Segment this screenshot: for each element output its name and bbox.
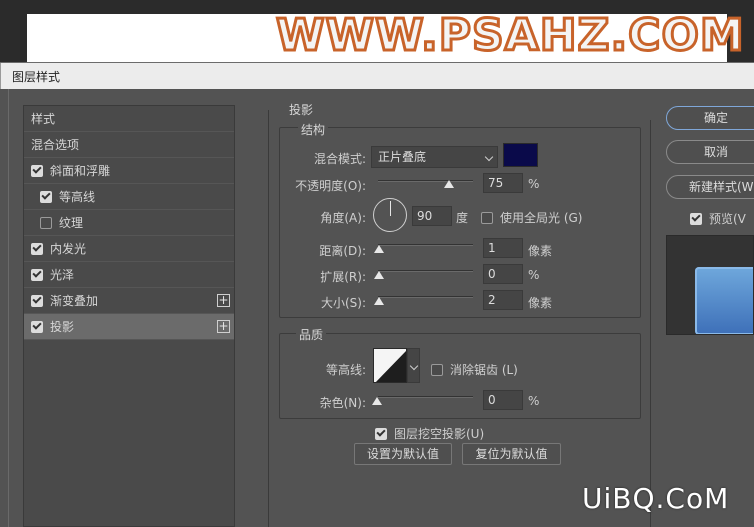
opacity-input[interactable]: 75 [483,173,523,193]
knockout-label: 图层挖空投影(U) [394,427,485,441]
watermark-text: WWW.PSAHZ.COM [275,9,746,63]
gradient-overlay-checkbox[interactable] [31,294,43,307]
sidebar-item-label: 纹理 [59,216,84,230]
sidebar-item-bevel-emboss[interactable]: 斜面和浮雕 [24,158,234,184]
sidebar-item-label: 斜面和浮雕 [50,164,111,178]
noise-unit: % [528,394,540,408]
global-light-option[interactable]: 使用全局光 (G) [481,209,582,226]
sidebar-item-satin[interactable]: 光泽 [24,262,234,288]
spread-slider[interactable] [378,270,473,272]
antialias-option[interactable]: 消除锯齿 (L) [431,361,518,378]
distance-slider[interactable] [378,244,473,246]
size-label: 大小(S): [320,296,366,310]
shadow-color-swatch[interactable] [503,143,538,167]
opacity-label: 不透明度(O): [295,179,366,193]
style-preview [666,235,754,335]
panel-title: 投影 [289,103,314,117]
sidebar-item-contour[interactable]: 等高线 [24,184,234,210]
size-unit: 像素 [528,296,553,310]
noise-slider[interactable] [378,396,473,398]
opacity-unit: % [528,177,540,191]
noise-label: 杂色(N): [319,396,366,410]
chevron-down-icon [484,152,494,162]
add-drop-shadow-button[interactable]: + [217,320,230,333]
cancel-button[interactable]: 取消 [666,140,754,164]
panel-divider-right [650,120,651,527]
sidebar-item-styles[interactable]: 样式 [24,106,234,132]
ok-button[interactable]: 确定 [666,106,754,130]
spread-slider-handle[interactable] [374,271,384,279]
noise-input[interactable]: 0 [483,390,523,410]
distance-label: 距离(D): [319,244,366,258]
spread-unit: % [528,268,540,282]
sidebar-item-drop-shadow[interactable]: 投影 + [24,314,234,340]
global-light-label: 使用全局光 (G) [500,211,583,225]
opacity-slider-handle[interactable] [444,180,454,188]
blend-mode-label: 混合模式: [313,152,366,166]
antialias-checkbox[interactable] [431,363,443,376]
spread-label: 扩展(R): [320,270,366,284]
quality-title: 品质 [296,326,327,343]
sidebar-item-label: 样式 [31,112,56,126]
preview-label: 预览(V [709,212,746,226]
sidebar-item-gradient-overlay[interactable]: 渐变叠加 + [24,288,234,314]
texture-checkbox[interactable] [40,216,52,229]
dialog-titlebar[interactable]: 图层样式 [0,63,754,89]
noise-slider-handle[interactable] [372,397,382,405]
contour-label: 等高线: [325,363,366,377]
size-input[interactable]: 2 [483,290,523,310]
preview-option[interactable]: 预览(V [690,210,746,227]
angle-unit: 度 [456,211,469,225]
reset-default-button[interactable]: 复位为默认值 [462,443,561,465]
drop-shadow-checkbox[interactable] [31,320,43,333]
sidebar-item-texture[interactable]: 纹理 [24,210,234,236]
sidebar-item-label: 光泽 [50,268,75,282]
bevel-emboss-checkbox[interactable] [31,164,43,177]
dialog-title: 图层样式 [12,70,61,84]
inner-glow-checkbox[interactable] [31,242,43,255]
knockout-checkbox[interactable] [375,427,387,440]
contour-dropdown[interactable] [407,348,420,383]
sidebar-item-label: 内发光 [50,242,87,256]
size-slider-handle[interactable] [374,297,384,305]
knockout-option[interactable]: 图层挖空投影(U) [375,425,484,442]
satin-checkbox[interactable] [31,268,43,281]
sidebar-item-label: 投影 [50,320,75,334]
sidebar-item-label: 混合选项 [31,138,80,152]
new-style-button[interactable]: 新建样式(W [666,175,754,199]
distance-input[interactable]: 1 [483,238,523,258]
sidebar-item-blending-options[interactable]: 混合选项 [24,132,234,158]
angle-label: 角度(A): [320,211,366,225]
angle-input[interactable]: 90 [412,206,452,226]
styles-sidebar: 样式 混合选项 斜面和浮雕 等高线 纹理 内发光 光泽 渐变叠加 + 投影 + [23,105,235,527]
preview-checkbox[interactable] [690,212,702,225]
sidebar-item-label: 渐变叠加 [50,294,99,308]
panel-divider-left [268,110,269,527]
contour-curve-icon [375,351,406,382]
distance-slider-handle[interactable] [374,245,384,253]
blend-mode-value: 正片叠底 [378,150,427,164]
sidebar-item-label: 等高线 [59,190,96,204]
size-slider[interactable] [378,296,473,298]
add-gradient-overlay-button[interactable]: + [217,294,230,307]
antialias-label: 消除锯齿 (L) [450,363,518,377]
spread-input[interactable]: 0 [483,264,523,284]
contour-checkbox[interactable] [40,190,52,203]
angle-dial[interactable] [373,198,407,232]
opacity-slider[interactable] [378,180,473,182]
style-preview-swatch [695,267,753,334]
blend-mode-select[interactable]: 正片叠底 [371,146,498,168]
footer-watermark: UiBQ.CoM [582,482,730,515]
set-default-button[interactable]: 设置为默认值 [354,443,452,465]
contour-picker[interactable] [373,348,407,383]
distance-unit: 像素 [528,244,553,258]
sidebar-item-inner-glow[interactable]: 内发光 [24,236,234,262]
structure-title: 结构 [298,121,329,138]
global-light-checkbox[interactable] [481,211,493,224]
